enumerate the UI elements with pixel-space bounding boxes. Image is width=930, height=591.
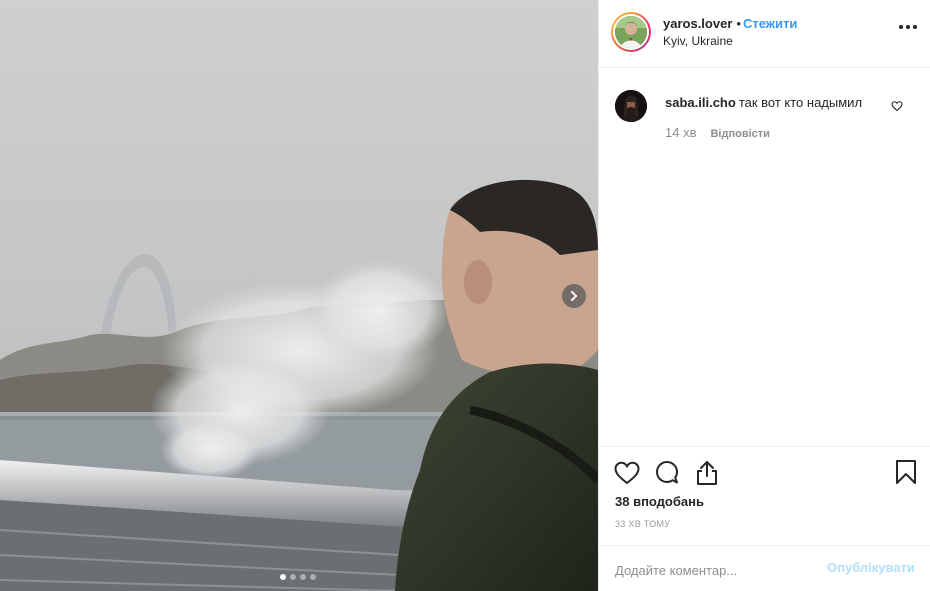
publish-button[interactable]: Опублікувати: [827, 560, 915, 575]
comment-button[interactable]: [653, 459, 681, 487]
share-button[interactable]: [693, 459, 721, 487]
header-user-line: yaros.lover • Стежити: [663, 16, 797, 31]
post-side-panel: yaros.lover • Стежити Kyiv, Ukraine saba.i…: [598, 0, 930, 591]
comment-meta: 14 хв Відповісти: [665, 125, 770, 140]
heart-icon: [614, 461, 640, 485]
comment-item: saba.ili.cho так вот кто надымил 14 хв Від…: [615, 90, 915, 150]
carousel-dot: [290, 574, 296, 580]
author-avatar-image: [615, 16, 647, 48]
chevron-right-icon: [571, 291, 578, 301]
comment-time[interactable]: 14 хв: [665, 125, 696, 140]
more-options-button[interactable]: [899, 25, 917, 29]
share-icon: [697, 461, 717, 485]
post-photo[interactable]: [0, 0, 598, 591]
post-header: yaros.lover • Стежити Kyiv, Ukraine: [599, 0, 930, 68]
carousel-dot: [280, 574, 286, 580]
commenter-username[interactable]: saba.ili.cho: [665, 95, 736, 110]
commenter-avatar[interactable]: [615, 90, 647, 122]
commenter-avatar-image: [615, 90, 647, 122]
posted-time[interactable]: 33 ХВ ТОМУ: [615, 519, 670, 529]
comment-input[interactable]: [615, 560, 815, 580]
author-avatar[interactable]: [611, 12, 651, 52]
add-comment-bar: Опублікувати: [599, 545, 930, 591]
instagram-post: yaros.lover • Стежити Kyiv, Ukraine saba.i…: [0, 0, 930, 591]
photo-scene: [0, 0, 598, 591]
carousel-indicators: [280, 574, 316, 580]
likes-count[interactable]: 38 вподобань: [615, 494, 704, 509]
header-separator: •: [736, 16, 741, 31]
reply-button[interactable]: Відповісти: [710, 128, 769, 140]
like-button[interactable]: [613, 459, 641, 487]
more-dot: [906, 25, 910, 29]
carousel-dot: [300, 574, 306, 580]
comment-text-line: saba.ili.cho так вот кто надымил: [665, 95, 862, 110]
comment-icon: [656, 461, 678, 484]
save-button[interactable]: [895, 459, 919, 487]
follow-button[interactable]: Стежити: [743, 16, 797, 31]
comment-like-icon[interactable]: [891, 100, 903, 112]
bookmark-icon: [896, 460, 916, 484]
carousel-dot: [310, 574, 316, 580]
more-dot: [913, 25, 917, 29]
action-icons: [613, 459, 721, 487]
author-username[interactable]: yaros.lover: [663, 16, 732, 31]
post-actions-section: 38 вподобань 33 ХВ ТОМУ: [599, 446, 930, 545]
more-dot: [899, 25, 903, 29]
carousel-next-button[interactable]: [562, 284, 586, 308]
comment-body: так вот кто надымил: [738, 95, 863, 110]
post-location[interactable]: Kyiv, Ukraine: [663, 34, 733, 48]
